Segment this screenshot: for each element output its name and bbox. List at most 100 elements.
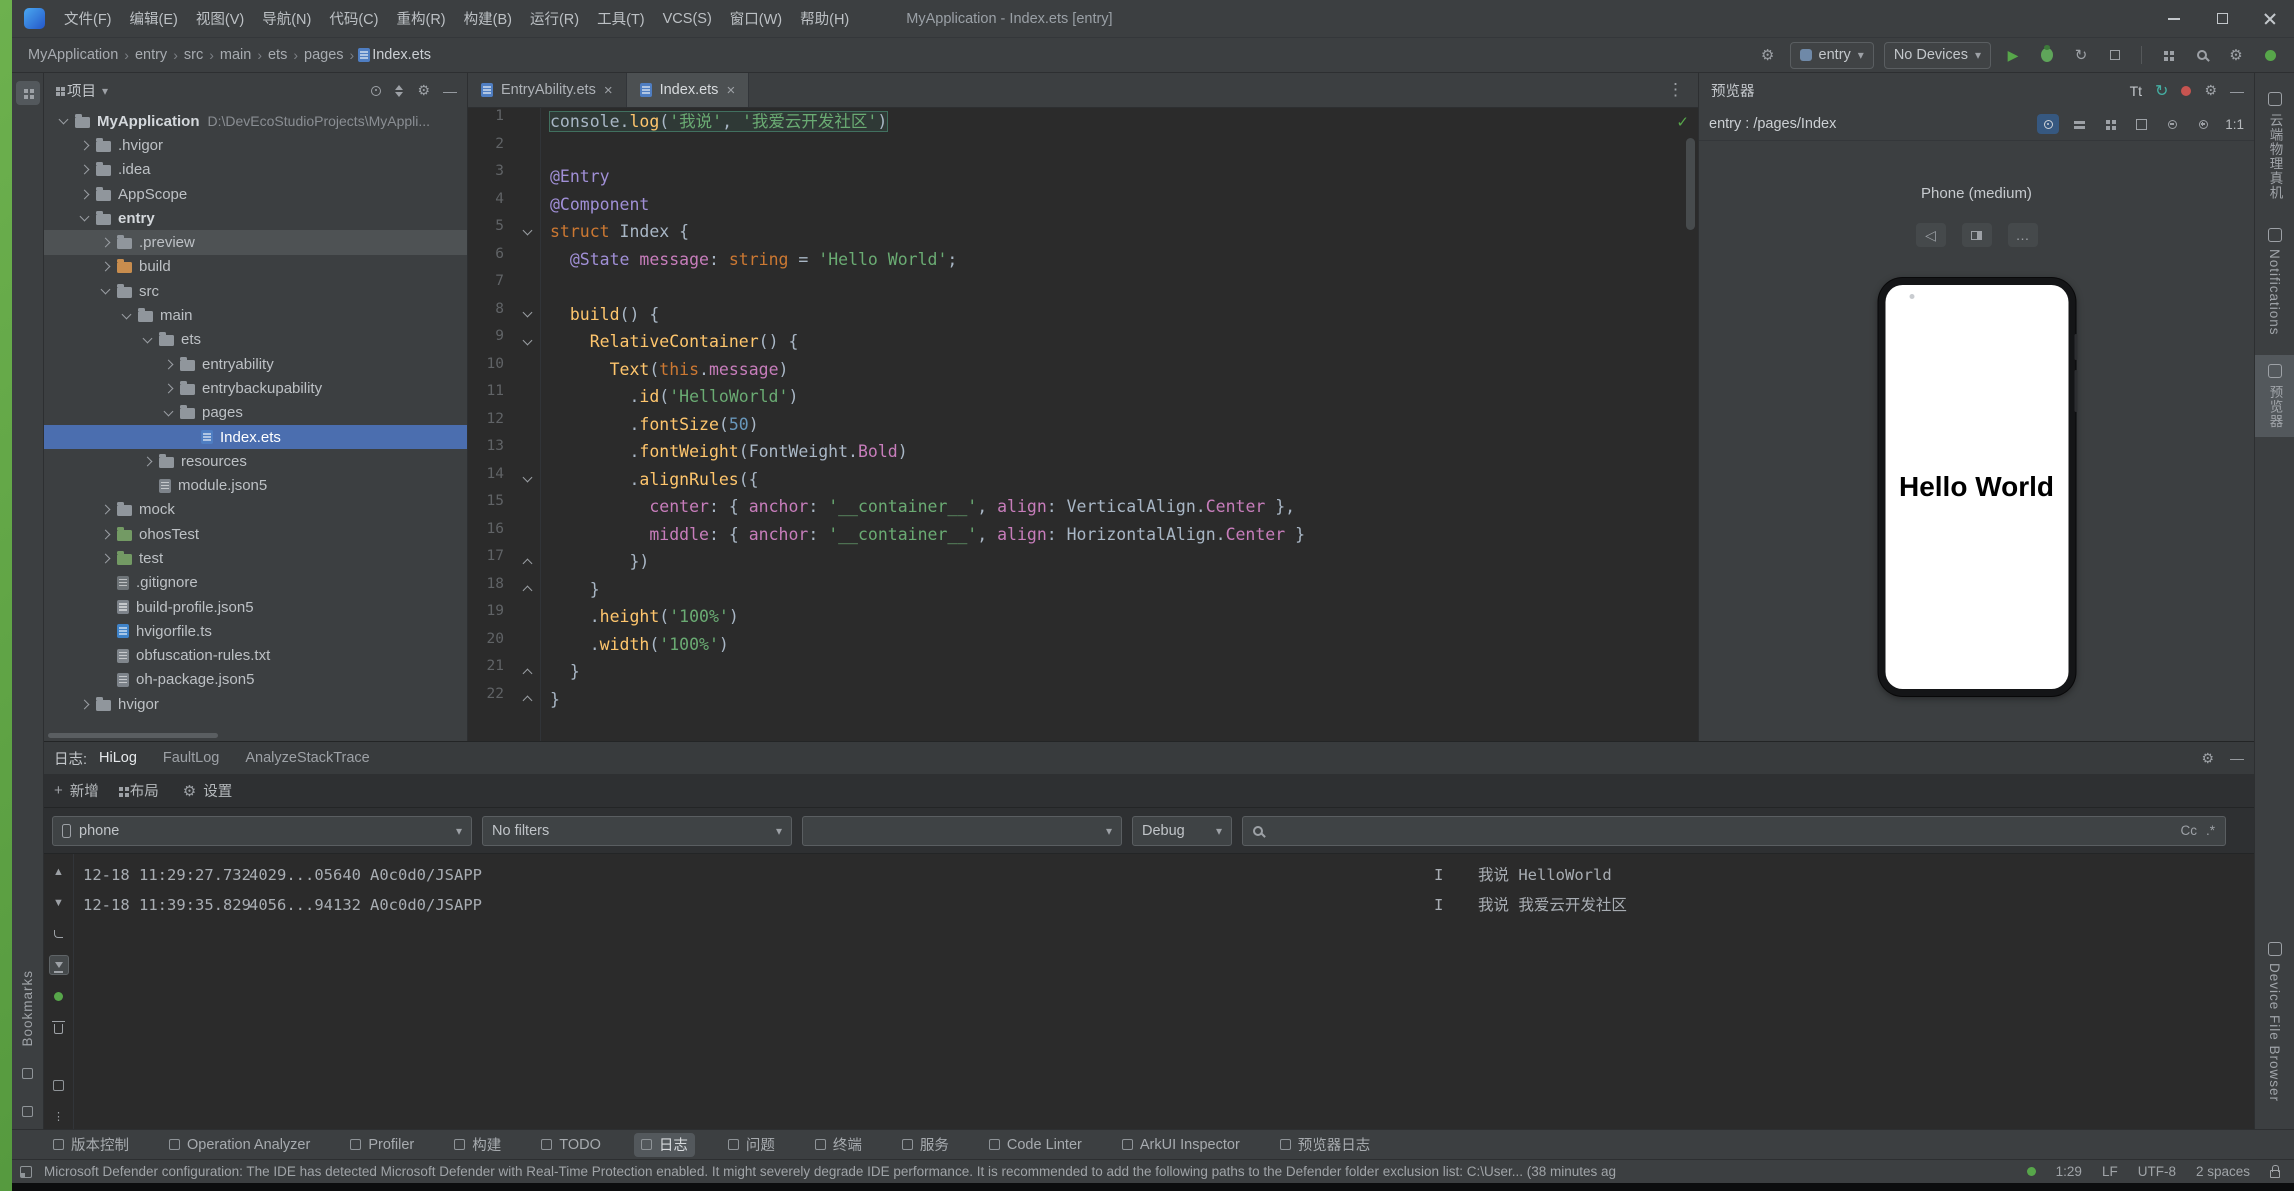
- project-horizontal-scrollbar[interactable]: [48, 733, 459, 738]
- chevron-down-icon[interactable]: ▾: [102, 84, 108, 98]
- component-tree-icon[interactable]: [2068, 114, 2090, 134]
- tree-row-entrybackupability[interactable]: entrybackupability: [44, 376, 467, 400]
- toolwindow-problems[interactable]: 问题: [721, 1133, 782, 1157]
- device-manager-icon[interactable]: [2156, 43, 2180, 67]
- log-row[interactable]: 12-18 11:29:27.732 4029...05640 A0c0d0/JSA…: [83, 860, 2254, 890]
- menu-tools[interactable]: 工具(T): [588, 8, 654, 29]
- indent-size[interactable]: 2 spaces: [2196, 1164, 2250, 1179]
- code-line[interactable]: 3 @Entry: [468, 163, 1684, 191]
- settings-icon[interactable]: ⚙: [2224, 43, 2248, 67]
- toolwindow-code-linter[interactable]: Code Linter: [982, 1133, 1089, 1157]
- clear-log-icon[interactable]: [49, 1017, 69, 1037]
- encoding[interactable]: UTF-8: [2138, 1164, 2176, 1179]
- more-devices-icon[interactable]: …: [2007, 223, 2038, 247]
- fold-marker[interactable]: [514, 548, 540, 576]
- menu-window[interactable]: 窗口(W): [721, 8, 791, 29]
- tree-chevron[interactable]: [138, 456, 157, 467]
- tree-chevron[interactable]: [117, 309, 136, 319]
- hide-project-panel-icon[interactable]: —: [443, 83, 457, 99]
- code-line[interactable]: 13 .fontWeight(FontWeight.Bold): [468, 438, 1684, 466]
- tree-chevron[interactable]: [96, 284, 115, 295]
- code-line[interactable]: 6 @State message: string = 'Hello World'…: [468, 246, 1684, 274]
- toolwindow-arkui-inspector[interactable]: ArkUI Inspector: [1115, 1133, 1247, 1157]
- tree-row-build[interactable]: build: [44, 255, 467, 279]
- cursor-position[interactable]: 1:29: [2056, 1164, 2082, 1179]
- hide-log-panel-icon[interactable]: —: [2230, 750, 2244, 767]
- tree-row-.preview[interactable]: .preview: [44, 230, 467, 255]
- code-line[interactable]: 18 }: [468, 576, 1684, 604]
- menu-file[interactable]: 文件(F): [55, 8, 121, 29]
- tabs-options-icon[interactable]: ⋮: [1653, 73, 1698, 107]
- fold-marker[interactable]: [514, 218, 540, 246]
- log-row[interactable]: 12-18 11:39:35.829 4056...94132 A0c0d0/JSA…: [83, 890, 2254, 920]
- toolwindow-stripe-cloud-device[interactable]: 云端物理真机: [2255, 83, 2294, 209]
- breadcrumb-item[interactable]: pages: [302, 47, 346, 63]
- fold-marker[interactable]: [514, 466, 540, 494]
- tree-row-build-profile.json5[interactable]: build-profile.json5: [44, 595, 467, 619]
- toolwindow-switcher-icon[interactable]: [20, 1165, 32, 1178]
- tree-row-mock[interactable]: mock: [44, 498, 467, 522]
- run-button[interactable]: ▶: [2001, 43, 2025, 67]
- close-tab-icon[interactable]: ×: [604, 82, 613, 99]
- fold-marker[interactable]: [514, 658, 540, 686]
- tree-chevron[interactable]: [96, 529, 115, 540]
- toolwindow-stripe-previewer[interactable]: 预览器: [2255, 354, 2294, 438]
- tree-row-module.json5[interactable]: module.json5: [44, 473, 467, 497]
- tree-row-main[interactable]: main: [44, 303, 467, 327]
- log-tab-faultlog[interactable]: FaultLog: [163, 750, 219, 766]
- tree-row-.gitignore[interactable]: .gitignore: [44, 571, 467, 595]
- refresh-preview-icon[interactable]: ↻: [2155, 81, 2168, 101]
- toolwindow-stripe-device-file-browser[interactable]: Device File Browser: [2255, 933, 2294, 1111]
- tree-row-entry[interactable]: entry: [44, 206, 467, 230]
- inspect-mode-icon[interactable]: [2037, 114, 2060, 134]
- toolwindow-services[interactable]: 服务: [895, 1133, 956, 1157]
- tree-chevron[interactable]: [138, 333, 157, 344]
- tree-chevron[interactable]: [75, 211, 94, 222]
- menu-code[interactable]: 代码(C): [320, 8, 387, 29]
- log-action-settings[interactable]: ⚙ 设置: [183, 780, 232, 801]
- tree-chevron[interactable]: [96, 237, 115, 248]
- tree-row-oh-package.json5[interactable]: oh-package.json5: [44, 668, 467, 692]
- fold-marker[interactable]: [514, 328, 540, 356]
- custom-filter-select[interactable]: ▾: [802, 815, 1122, 846]
- menu-edit[interactable]: 编辑(E): [121, 8, 187, 29]
- scroll-up-icon[interactable]: ▲: [49, 862, 69, 882]
- menu-build[interactable]: 构建(B): [455, 8, 521, 29]
- restart-button[interactable]: ↻: [2069, 43, 2093, 67]
- device-filter-select[interactable]: phone ▾: [52, 815, 472, 846]
- stop-button[interactable]: [2103, 43, 2127, 67]
- resume-icon[interactable]: [49, 986, 69, 1006]
- tree-chevron[interactable]: [96, 504, 115, 515]
- match-case-icon[interactable]: Cc: [2180, 823, 2197, 838]
- code-line[interactable]: 15 center: { anchor: '__container__', al…: [468, 493, 1684, 521]
- tree-row-Index.ets[interactable]: Index.ets: [44, 424, 467, 450]
- breadcrumb-item[interactable]: ets: [266, 47, 289, 63]
- editor-tab-entryability-tab[interactable]: EntryAbility.ets ×: [468, 73, 627, 107]
- export-log-icon[interactable]: [49, 1075, 69, 1095]
- log-tab-analyzestacktrace[interactable]: AnalyzeStackTrace: [245, 750, 369, 766]
- menu-help[interactable]: 帮助(H): [791, 8, 858, 29]
- toolwindow-operation-analyzer[interactable]: Operation Analyzer: [162, 1133, 317, 1157]
- tree-chevron[interactable]: [75, 189, 94, 199]
- rotate-device-icon[interactable]: ◁: [1915, 223, 1946, 247]
- toolwindow-stripe-notifications[interactable]: Notifications: [2255, 219, 2294, 345]
- fold-marker[interactable]: [514, 686, 540, 714]
- tree-row-.idea[interactable]: .idea: [44, 158, 467, 182]
- code-line[interactable]: 9 RelativeContainer() {: [468, 328, 1684, 356]
- tree-chevron[interactable]: [96, 261, 115, 272]
- zoom-out-icon[interactable]: [2161, 114, 2183, 134]
- scrollbar-thumb[interactable]: [48, 733, 218, 738]
- code-line[interactable]: 4 @Component: [468, 191, 1684, 219]
- project-panel-title[interactable]: 项目: [67, 80, 96, 101]
- menu-vcs[interactable]: VCS(S): [654, 11, 721, 27]
- run-configuration-gear-icon[interactable]: ⚙: [1756, 43, 1780, 67]
- code-line[interactable]: 5 struct Index {: [468, 218, 1684, 246]
- toolwindow-profiler[interactable]: Profiler: [343, 1133, 421, 1157]
- code-line[interactable]: 14 .alignRules({: [468, 466, 1684, 494]
- line-ending[interactable]: LF: [2102, 1164, 2118, 1179]
- toolwindow-todo[interactable]: TODO: [534, 1133, 608, 1157]
- foldable-icon[interactable]: [1961, 223, 1992, 247]
- code-line[interactable]: 19 .height('100%'): [468, 603, 1684, 631]
- tree-chevron[interactable]: [159, 383, 178, 394]
- breadcrumb-item[interactable]: Index.ets: [370, 47, 433, 63]
